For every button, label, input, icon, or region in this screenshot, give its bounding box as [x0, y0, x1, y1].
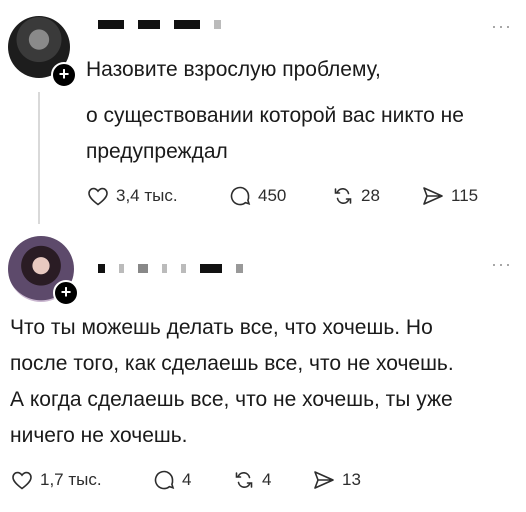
share-icon [423, 187, 443, 205]
post-body: Что ты можешь делать все, что хочешь. Но… [10, 316, 454, 447]
post-actions: 3,4 тыс. 450 28 115 [86, 184, 478, 208]
plus-icon[interactable]: + [53, 280, 79, 306]
like-count: 3,4 тыс. [116, 186, 178, 205]
repost-icon [235, 472, 253, 488]
heart-icon [88, 187, 108, 206]
share-icon [314, 471, 334, 489]
comment-icon [154, 470, 175, 490]
comment-button[interactable]: 450 [228, 184, 331, 208]
share-count: 115 [451, 186, 479, 205]
share-button[interactable]: 115 [421, 184, 478, 208]
like-button[interactable]: 1,7 тыс. [10, 468, 152, 492]
more-icon[interactable]: ··· [491, 254, 512, 275]
heart-icon [12, 471, 32, 490]
comment-button[interactable]: 4 [152, 468, 232, 492]
like-count: 1,7 тыс. [40, 470, 102, 489]
username-redacted[interactable] [98, 263, 243, 273]
share-count: 13 [342, 470, 361, 489]
repost-count: 28 [361, 186, 380, 205]
username-redacted[interactable] [98, 19, 221, 29]
repost-count: 4 [262, 470, 272, 489]
post-title: Назовите взрослую проблему, [86, 58, 381, 81]
comment-count: 4 [182, 470, 192, 489]
thread-line [38, 92, 40, 224]
share-button[interactable]: 13 [312, 468, 361, 492]
like-button[interactable]: 3,4 тыс. [86, 184, 228, 208]
repost-icon [334, 188, 352, 204]
more-icon[interactable]: ··· [491, 16, 512, 37]
repost-button[interactable]: 28 [331, 184, 421, 208]
plus-icon[interactable]: + [51, 62, 77, 88]
comment-icon [230, 186, 251, 206]
post-actions: 1,7 тыс. 4 4 13 [10, 468, 361, 492]
post-body: о существовании которой вас никто не пре… [86, 104, 464, 163]
repost-button[interactable]: 4 [232, 468, 312, 492]
comment-count: 450 [258, 186, 287, 205]
